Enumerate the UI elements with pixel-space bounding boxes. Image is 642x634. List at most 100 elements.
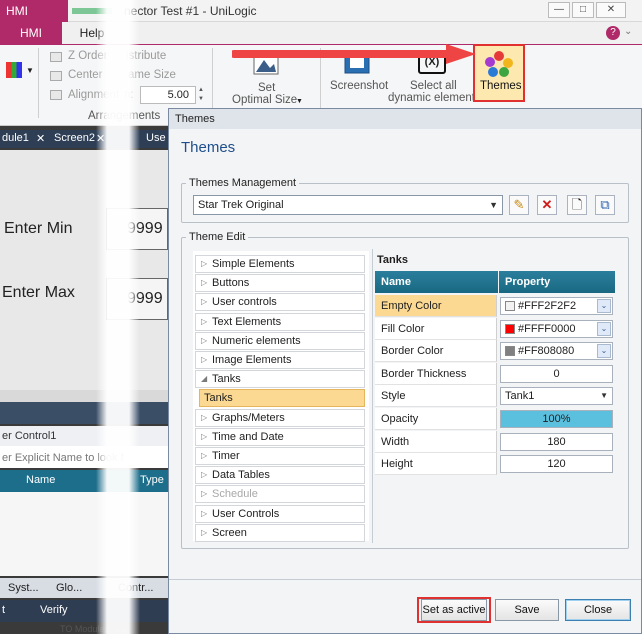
collapsed-triangle-icon[interactable]: ▷ [201,506,207,522]
collapsed-triangle-icon[interactable]: ▷ [201,333,207,349]
color-picker[interactable]: #FF808080 ⌄ [500,342,613,361]
dialog-heading: Themes [181,139,236,156]
tree-item-image-elements[interactable]: ▷ Image Elements [195,351,365,369]
chevron-down-icon[interactable]: ▼ [26,66,34,75]
close-icon[interactable]: ✕ [36,132,45,145]
tree-item-label: User Controls [212,507,280,520]
style-select[interactable]: Tank1 ▼ [500,387,613,406]
tree-item-text-elements[interactable]: ▷ Text Elements [195,312,365,331]
tree-item-time-and-date[interactable]: ▷ Time and Date [195,427,365,446]
tree-item-label: Tanks [204,392,233,405]
enter-max-label: Enter Max [2,284,75,301]
color-palette-icon[interactable] [6,62,22,78]
screenshot-button[interactable]: Screenshot [330,80,388,92]
color-picker[interactable]: #FFFF0000 ⌄ [500,319,613,338]
property-name[interactable]: Border Thickness [375,362,497,385]
new-theme-button[interactable]: 🗋 [567,195,587,215]
splitter[interactable] [372,249,373,543]
number-input[interactable]: 120 [500,455,613,474]
tree-item-label: Timer [212,450,240,462]
maximize-button[interactable]: □ [572,2,594,18]
column-name-header[interactable]: Name [375,271,498,293]
tab-module1[interactable]: dule1 [2,132,29,144]
theme-select[interactable]: Star Trek Original ▼ [193,195,503,215]
set-as-active-button[interactable]: Set as active [421,599,487,621]
set-optimal-size-button[interactable]: Optimal Size [232,94,297,106]
chevron-down-icon[interactable]: ⌄ [597,321,611,336]
collapsed-triangle-icon[interactable]: ▷ [201,294,207,310]
number-input[interactable]: 0 [500,364,613,383]
collapsed-triangle-icon[interactable]: ▷ [201,314,207,330]
property-name[interactable]: Empty Color [375,295,497,317]
themes-dialog: Themes Themes Themes Management Star Tre… [168,108,642,634]
tab-screen2[interactable]: Screen2 [54,132,95,144]
collapsed-triangle-icon[interactable]: ▷ [201,525,207,541]
select-all-dynamic-button[interactable]: dynamic elements [388,92,481,104]
collapsed-triangle-icon[interactable]: ▷ [201,256,207,272]
tree-item-buttons[interactable]: ▷ Buttons [195,274,365,293]
tree-item-graphs-meters[interactable]: ▷ Graphs/Meters [195,408,365,427]
tree-item-numeric-elements[interactable]: ▷ Numeric elements [195,331,365,350]
tree-item-timer[interactable]: ▷ Timer [195,447,365,465]
tree-item-data-tables[interactable]: ▷ Data Tables [195,466,365,485]
collapsed-triangle-icon[interactable]: ▷ [201,448,207,464]
themes-button-label[interactable]: Themes [480,80,522,92]
chevron-down-icon[interactable]: ⌄ [597,344,611,359]
collapsed-triangle-icon[interactable]: ▷ [201,275,207,291]
column-property-header[interactable]: Property [499,271,615,293]
tab-global[interactable]: Glo... [56,582,82,594]
property-row-fill-color: Fill Color #FFFF0000 ⌄ [375,317,615,340]
property-row-opacity: Opacity 100% [375,408,615,430]
color-picker[interactable]: #FFF2F2F2 ⌄ [500,297,613,315]
tree-item-label: Buttons [212,277,250,290]
alignment-stepper[interactable]: ▲ ▼ [198,86,208,104]
tree-item-tanks[interactable]: ◢ Tanks [195,370,365,389]
color-value: #FF808080 [518,345,575,358]
set-optimal-size-label-1[interactable]: Set [258,82,275,94]
close-window-button[interactable]: ✕ [596,2,626,18]
number-input[interactable]: 180 [500,432,613,451]
opacity-slider[interactable]: 100% [500,410,613,428]
edit-theme-button[interactable]: ✎ [509,195,529,215]
delete-theme-button[interactable]: ✕ [537,195,557,215]
help-icon[interactable]: ? [606,26,620,40]
tab-system[interactable]: Syst... [8,582,39,594]
tree-item-tanks-child[interactable]: Tanks [199,389,365,408]
panel-col-type[interactable]: Type [140,474,164,486]
tab-hmi[interactable]: HMI [0,22,62,44]
select-all-label-1[interactable]: Select all [410,80,457,92]
hmi-canvas[interactable] [0,150,168,390]
new-document-icon: 🗋 [571,197,583,212]
minimize-button[interactable]: — [548,2,570,18]
color-swatch [505,323,515,334]
save-button[interactable]: Save [495,599,559,621]
property-name[interactable]: Width [375,430,497,453]
copy-theme-button[interactable]: ⧉ [595,195,615,215]
tree-item-simple-elements[interactable]: ▷ Simple Elements [195,255,365,273]
property-name[interactable]: Opacity [375,408,497,430]
horizontal-scrollbar[interactable] [0,390,168,402]
chevron-down-icon[interactable]: ⌄ [597,299,611,313]
collapsed-triangle-icon[interactable]: ▷ [201,429,207,445]
tree-item-user-controls[interactable]: ▷ User Controls [195,504,365,523]
panel-col-name[interactable]: Name [26,474,55,486]
property-row-style: Style Tank1 ▼ [375,385,615,408]
tree-item-screen[interactable]: ▷ Screen [195,523,365,542]
tree-item-user-controls[interactable]: ▷ User controls [195,293,365,312]
property-name[interactable]: Style [375,385,497,408]
property-name[interactable]: Border Color [375,340,497,363]
collapsed-triangle-icon[interactable]: ▷ [201,486,207,502]
property-name[interactable]: Fill Color [375,317,497,340]
collapsed-triangle-icon[interactable]: ▷ [201,410,207,426]
collapsed-triangle-icon[interactable]: ▷ [201,467,207,483]
tab-user[interactable]: Use [146,132,166,144]
verify-button[interactable]: Verify [40,604,68,616]
collapsed-triangle-icon[interactable]: ▷ [201,352,207,368]
chevron-down-icon[interactable]: ⌄ [624,26,632,37]
alignment-input[interactable]: 5.00 [140,86,196,104]
property-name[interactable]: Height [375,453,497,476]
expanded-triangle-icon[interactable]: ◢ [201,371,207,387]
theme-edit-legend: Theme Edit [189,231,246,243]
property-row-width: Width 180 [375,430,615,453]
close-button[interactable]: Close [565,599,631,621]
